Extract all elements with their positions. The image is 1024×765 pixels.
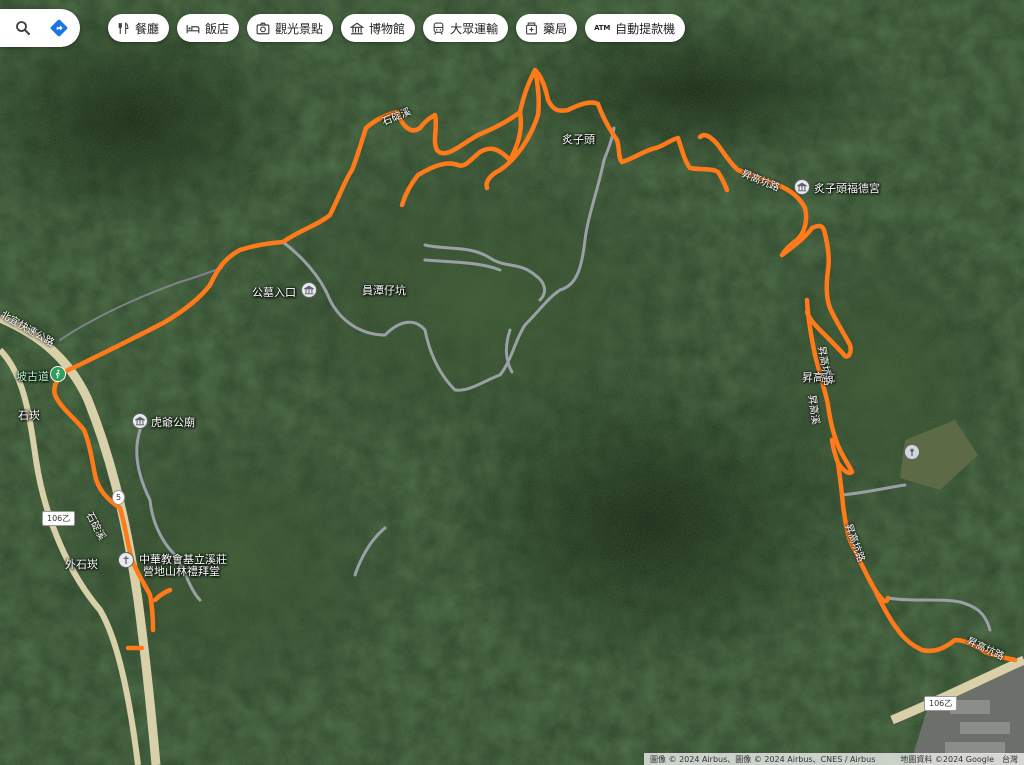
hiking-icon <box>55 369 61 379</box>
imagery-copyright[interactable]: 圖像 © 2024 Airbus、圖像 © 2024 Airbus、CNES /… <box>650 754 892 765</box>
directions-icon <box>50 19 68 37</box>
chip-label: 大眾運輸 <box>450 21 499 36</box>
landmark-pin[interactable] <box>904 444 920 460</box>
museum-icon <box>350 22 365 34</box>
place-label-yuantan[interactable]: 員潭仔坑 <box>362 282 406 298</box>
hotel-icon <box>186 24 200 33</box>
place-label-banqiao[interactable]: 坡古道 <box>16 368 49 384</box>
map-footer: 圖像 © 2024 Airbus、圖像 © 2024 Airbus、CNES /… <box>644 753 1024 765</box>
region-label[interactable]: 台灣 <box>1002 754 1018 765</box>
camera-icon <box>256 22 270 34</box>
museum-icon <box>304 285 314 295</box>
place-label-zhizitou[interactable]: 炙子頭 <box>562 131 595 147</box>
temple-icon <box>135 416 145 426</box>
chip-label: 博物館 <box>369 21 406 36</box>
fude-temple-pin[interactable] <box>794 179 810 195</box>
search-button[interactable] <box>10 15 36 41</box>
route-shield-5: 5 <box>112 490 126 505</box>
church-icon <box>123 555 129 565</box>
route-shield-106b-right: 106乙 <box>924 696 958 711</box>
search-icon <box>16 21 30 35</box>
atm-icon: ATM <box>594 24 611 32</box>
map-data-credit[interactable]: 地圖資料 ©2024 Google <box>900 754 994 765</box>
cemetery-pin[interactable] <box>301 282 317 298</box>
church-pin[interactable] <box>118 552 134 568</box>
chip-label: 觀光景點 <box>275 21 324 36</box>
chip-label: 自動提款機 <box>615 21 676 36</box>
search-box[interactable] <box>0 9 80 47</box>
chip-pharmacy[interactable]: 藥局 <box>516 14 578 42</box>
chip-label: 藥局 <box>543 21 568 36</box>
chip-label: 餐廳 <box>135 21 160 36</box>
banqiao-trail-pin[interactable] <box>50 366 66 382</box>
route-shield-106b-left: 106乙 <box>42 511 76 526</box>
chip-atm[interactable]: ATM 自動提款機 <box>585 14 686 42</box>
chip-hotel[interactable]: 飯店 <box>177 14 240 42</box>
place-label-shitan[interactable]: 石崁 <box>18 407 40 423</box>
place-label-fude-temple[interactable]: 炙子頭福德宮 <box>814 180 880 196</box>
landmark-icon <box>910 448 914 457</box>
satellite-map[interactable] <box>0 0 1024 765</box>
place-label-church-line2[interactable]: 營地山林禮拜堂 <box>143 563 220 579</box>
chip-transit[interactable]: 大眾運輸 <box>423 14 509 42</box>
place-label-outer-shitan[interactable]: 外石崁 <box>65 556 98 572</box>
place-label-cemetery[interactable]: 公墓入口 <box>252 284 296 300</box>
transit-icon <box>433 22 444 35</box>
hu-temple-pin[interactable] <box>132 413 148 429</box>
terrain-texture-fine <box>0 0 1024 765</box>
directions-button[interactable] <box>46 15 72 41</box>
category-chips: 餐廳 飯店 觀光景點 博物館 大眾運輸 藥局 ATM 自動提款機 <box>108 14 686 42</box>
temple-icon <box>797 182 807 192</box>
chip-attractions[interactable]: 觀光景點 <box>247 14 334 42</box>
chip-museum[interactable]: 博物館 <box>341 14 416 42</box>
chip-label: 飯店 <box>205 21 230 36</box>
place-label-hu-temple[interactable]: 虎爺公廟 <box>151 414 195 430</box>
pharmacy-icon <box>526 22 537 34</box>
restaurant-icon <box>118 21 129 34</box>
chip-restaurant[interactable]: 餐廳 <box>108 14 170 42</box>
